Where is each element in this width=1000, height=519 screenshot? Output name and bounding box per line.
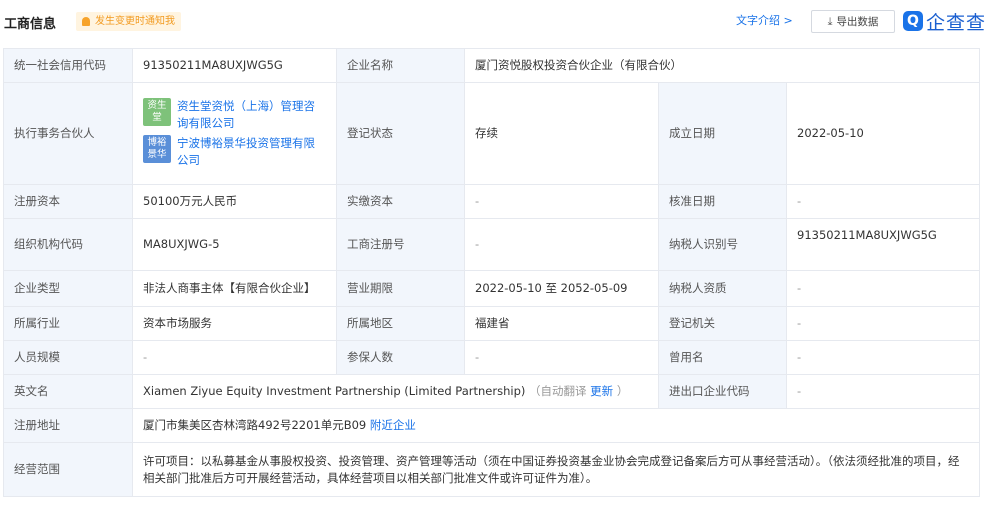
business-info-table: 统一社会信用代码 91350211MA8UXJWG5G 企业名称 厦门资悦股权投… — [3, 48, 980, 497]
english-name-label: 英文名 — [3, 374, 133, 409]
company-type-label: 企业类型 — [3, 270, 133, 307]
partner-link[interactable]: 宁波博裕景华投资管理有限公司 — [177, 135, 326, 169]
former-name-value: - — [786, 340, 980, 375]
found-date-label: 成立日期 — [658, 82, 787, 185]
bell-icon — [82, 17, 90, 26]
biz-term-label: 营业期限 — [336, 270, 465, 307]
approve-date-label: 核准日期 — [658, 184, 787, 219]
notify-change-button[interactable]: 发生变更时通知我 — [76, 12, 181, 31]
qcc-logo-icon: Q — [903, 11, 923, 31]
org-code-label: 组织机构代码 — [3, 218, 133, 271]
download-icon: ⤓ — [827, 14, 833, 28]
taxpayer-qual-value: - — [786, 270, 980, 307]
auto-translate-note: （自动翻译 — [529, 384, 587, 398]
table-row: 人员规模 - 参保人数 - 曾用名 - — [3, 340, 980, 375]
credit-code-label: 统一社会信用代码 — [3, 48, 133, 83]
found-date-value: 2022-05-10 — [786, 82, 980, 185]
reg-address-value: 厦门市集美区杏林湾路492号2201单元B09 — [143, 418, 367, 432]
region-value: 福建省 — [464, 306, 659, 341]
former-name-label: 曾用名 — [658, 340, 787, 375]
company-type-value: 非法人商事主体【有限合伙企业】 — [132, 270, 337, 307]
paid-capital-value: - — [464, 184, 659, 219]
partner-item[interactable]: 博裕景华 宁波博裕景华投资管理有限公司 — [143, 135, 326, 169]
export-data-button[interactable]: ⤓ 导出数据 — [811, 10, 895, 33]
staff-size-value: - — [132, 340, 337, 375]
table-row: 注册资本 50100万元人民币 实缴资本 - 核准日期 - — [3, 184, 980, 219]
table-row: 组织机构代码 MA8UXJWG-5 工商注册号 - 纳税人识别号 9135021… — [3, 218, 980, 271]
partner-label: 执行事务合伙人 — [3, 82, 133, 185]
scope-label: 经营范围 — [3, 442, 133, 497]
table-row: 企业类型 非法人商事主体【有限合伙企业】 营业期限 2022-05-10 至 2… — [3, 270, 980, 307]
biz-reg-no-value: - — [464, 218, 659, 271]
table-row: 英文名 Xiamen Ziyue Equity Investment Partn… — [3, 374, 980, 409]
biz-reg-no-label: 工商注册号 — [336, 218, 465, 271]
import-export-code-label: 进出口企业代码 — [658, 374, 787, 409]
company-logo-icon: 博裕景华 — [143, 135, 171, 163]
approve-date-value: - — [786, 184, 980, 219]
reg-status-value: 存续 — [464, 82, 659, 185]
table-row: 统一社会信用代码 91350211MA8UXJWG5G 企业名称 厦门资悦股权投… — [3, 48, 980, 83]
partner-item[interactable]: 资生堂 资生堂资悦（上海）管理咨询有限公司 — [143, 98, 326, 132]
company-logo-icon: 资生堂 — [143, 98, 171, 126]
brand-logo: Q 企查查 — [903, 6, 986, 36]
taxpayer-id-label: 纳税人识别号 — [658, 218, 787, 271]
insured-value: - — [464, 340, 659, 375]
reg-status-label: 登记状态 — [336, 82, 465, 185]
english-name-value: Xiamen Ziyue Equity Investment Partnersh… — [143, 384, 526, 398]
table-row: 所属行业 资本市场服务 所属地区 福建省 登记机关 - — [3, 306, 980, 341]
industry-value: 资本市场服务 — [132, 306, 337, 341]
nearby-companies-link[interactable]: 附近企业 — [370, 418, 416, 432]
company-name-value: 厦门资悦股权投资合伙企业（有限合伙） — [464, 48, 980, 83]
credit-code-value: 91350211MA8UXJWG5G — [132, 48, 337, 83]
reg-address-cell: 厦门市集美区杏林湾路492号2201单元B09 附近企业 — [132, 408, 980, 443]
translate-update-link[interactable]: 更新 — [590, 384, 613, 398]
partner-link[interactable]: 资生堂资悦（上海）管理咨询有限公司 — [177, 98, 326, 132]
insured-label: 参保人数 — [336, 340, 465, 375]
text-intro-link[interactable]: 文字介绍 > — [736, 12, 793, 30]
staff-size-label: 人员规模 — [3, 340, 133, 375]
paid-capital-label: 实缴资本 — [336, 184, 465, 219]
region-label: 所属地区 — [336, 306, 465, 341]
reg-authority-label: 登记机关 — [658, 306, 787, 341]
notify-change-label: 发生变更时通知我 — [95, 16, 175, 27]
table-row: 注册地址 厦门市集美区杏林湾路492号2201单元B09 附近企业 — [3, 408, 980, 443]
company-name-label: 企业名称 — [336, 48, 465, 83]
scope-value: 许可项目：以私募基金从事股权投资、投资管理、资产管理等活动（须在中国证券投资基金… — [132, 442, 980, 497]
table-row: 经营范围 许可项目：以私募基金从事股权投资、投资管理、资产管理等活动（须在中国证… — [3, 442, 980, 497]
taxpayer-qual-label: 纳税人资质 — [658, 270, 787, 307]
section-title: 工商信息 — [4, 17, 57, 32]
export-data-label: 导出数据 — [836, 16, 879, 28]
reg-capital-value: 50100万元人民币 — [132, 184, 337, 219]
table-row: 执行事务合伙人 资生堂 资生堂资悦（上海）管理咨询有限公司 博裕景华 宁波博裕景… — [3, 82, 980, 185]
reg-address-label: 注册地址 — [3, 408, 133, 443]
partner-list: 资生堂 资生堂资悦（上海）管理咨询有限公司 博裕景华 宁波博裕景华投资管理有限公… — [132, 82, 337, 185]
reg-capital-label: 注册资本 — [3, 184, 133, 219]
import-export-code-value: - — [786, 374, 980, 409]
biz-term-value: 2022-05-10 至 2052-05-09 — [464, 270, 659, 307]
brand-name: 企查查 — [926, 11, 987, 34]
taxpayer-id-value: 91350211MA8UXJWG5G — [786, 218, 980, 271]
auto-translate-close: ） — [616, 384, 629, 398]
org-code-value: MA8UXJWG-5 — [132, 218, 337, 271]
industry-label: 所属行业 — [3, 306, 133, 341]
reg-authority-value: - — [786, 306, 980, 341]
section-header: 工商信息 发生变更时通知我 文字介绍 > ⤓ 导出数据 Q 企查查 — [0, 0, 1000, 44]
english-name-cell: Xiamen Ziyue Equity Investment Partnersh… — [132, 374, 659, 409]
